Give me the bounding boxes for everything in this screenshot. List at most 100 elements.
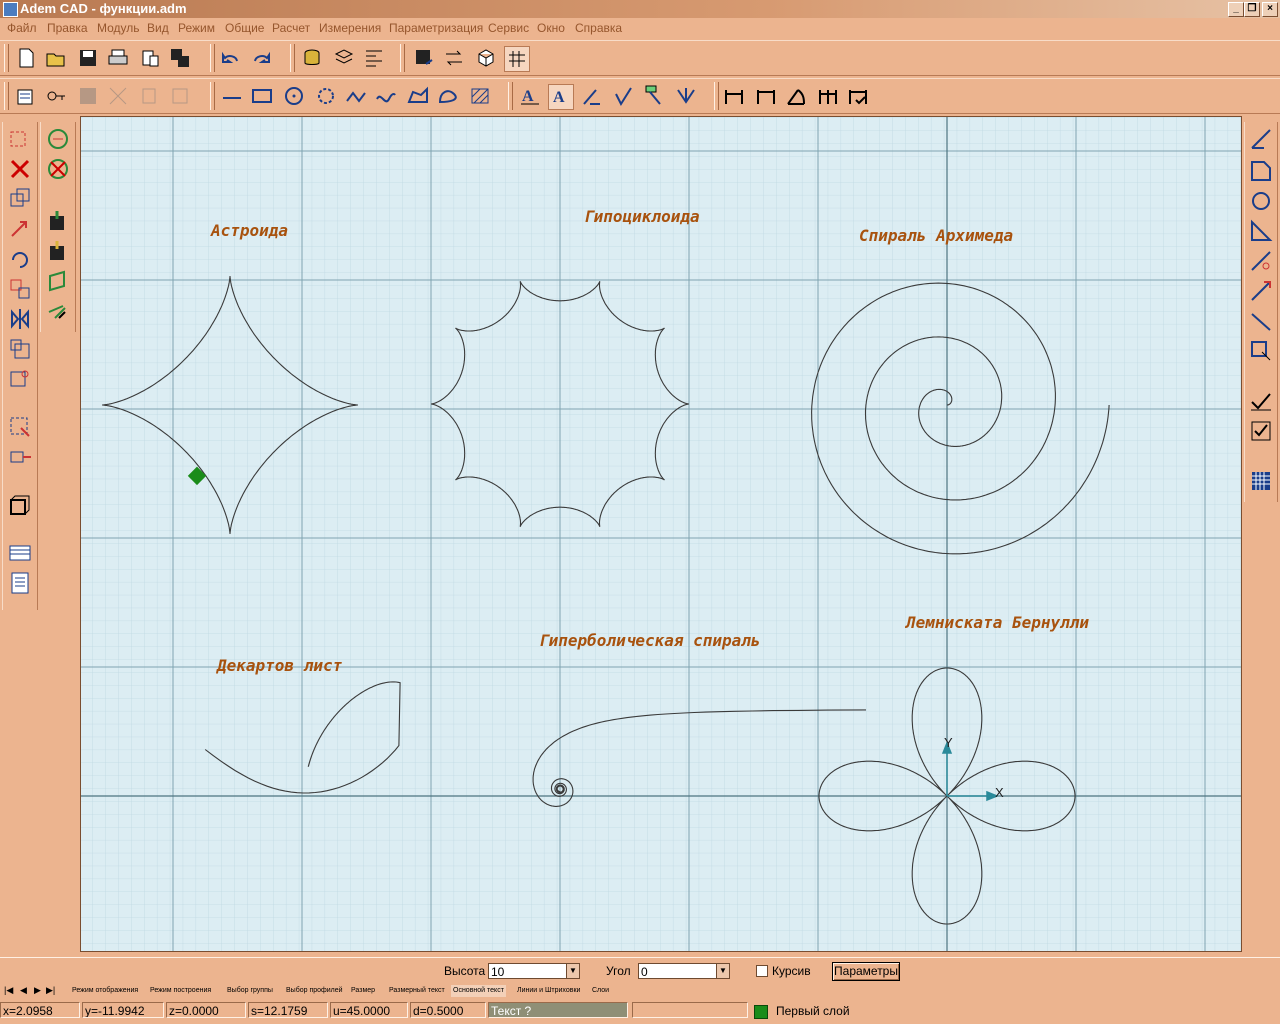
view-3d-icon[interactable] <box>7 492 33 518</box>
snap-circle-icon[interactable] <box>45 126 71 152</box>
polyline-icon[interactable] <box>344 84 368 108</box>
circle-point-icon[interactable] <box>314 84 338 108</box>
dim-check-icon[interactable] <box>846 84 870 108</box>
chamfer-icon[interactable] <box>1248 158 1274 184</box>
export-icon[interactable] <box>138 46 162 70</box>
tab-profiles[interactable]: Выбор профилей <box>286 985 343 997</box>
tab-nav-last-icon[interactable]: ▶| <box>46 985 55 996</box>
check-icon[interactable] <box>1248 388 1274 414</box>
leader-icon[interactable] <box>642 84 666 108</box>
menu-measure[interactable]: Измерения <box>319 21 381 35</box>
key-icon[interactable] <box>44 84 68 108</box>
move-icon[interactable] <box>7 216 33 242</box>
tab-dimension[interactable]: Размер <box>351 985 375 997</box>
menu-edit[interactable]: Правка <box>47 21 88 35</box>
transfer-icon[interactable] <box>442 46 466 70</box>
tab-build[interactable]: Режим построения <box>150 985 211 997</box>
params-button[interactable]: Параметры <box>832 962 900 981</box>
astroid-label[interactable]: Астроида <box>211 221 288 240</box>
rectangle-icon[interactable] <box>250 84 274 108</box>
drawing-canvas[interactable]: Y X Астроида Гипоциклоида Спираль Архиме… <box>80 116 1242 952</box>
tab-maintext[interactable]: Основной текст <box>451 985 506 997</box>
dimension-icon[interactable] <box>580 84 604 108</box>
tab-nav-first-icon[interactable]: |◀ <box>4 985 13 996</box>
dim-linear-icon[interactable] <box>722 84 746 108</box>
italic-checkbox[interactable] <box>756 965 768 977</box>
dim-horizontal-icon[interactable] <box>754 84 778 108</box>
hypocycloid-label[interactable]: Гипоциклоида <box>584 207 700 226</box>
layers-icon[interactable] <box>332 46 356 70</box>
tab-dimtext[interactable]: Размерный текст <box>389 985 445 997</box>
chevron-down-icon[interactable]: ▼ <box>566 964 579 978</box>
mirror-icon[interactable] <box>7 306 33 332</box>
plane-icon[interactable] <box>45 268 71 294</box>
tab-group[interactable]: Выбор группы <box>227 985 273 997</box>
restore-button[interactable]: ❐ <box>1244 2 1260 17</box>
menu-general[interactable]: Общие <box>225 21 264 35</box>
profile-select-icon[interactable] <box>7 444 33 470</box>
cube-icon[interactable] <box>474 46 498 70</box>
chevron-down-icon[interactable]: ▼ <box>716 964 729 978</box>
roughness-icon[interactable] <box>612 84 636 108</box>
trim-icon[interactable] <box>1248 218 1274 244</box>
redo-icon[interactable] <box>250 46 274 70</box>
menu-help[interactable]: Справка <box>575 21 622 35</box>
drawing-svg[interactable]: Y X <box>81 117 1241 951</box>
save-module-icon[interactable] <box>412 46 436 70</box>
menu-param[interactable]: Параметризация <box>389 21 483 35</box>
dim-chain-icon[interactable] <box>816 84 840 108</box>
align-icon[interactable] <box>362 46 386 70</box>
spec-icon[interactable] <box>7 570 33 596</box>
pattern-icon[interactable] <box>1248 468 1274 494</box>
scale-icon[interactable] <box>7 336 33 362</box>
snap-save-icon[interactable] <box>45 208 71 234</box>
tab-lines[interactable]: Линии и Штриховки <box>517 985 580 997</box>
menu-view[interactable]: Вид <box>147 21 169 35</box>
print-icon[interactable] <box>106 46 130 70</box>
minimize-button[interactable]: _ <box>1228 2 1244 17</box>
tab-display[interactable]: Режим отображения <box>72 985 138 997</box>
verify-icon[interactable] <box>1248 418 1274 444</box>
line-icon[interactable] <box>220 84 244 108</box>
new-file-icon[interactable] <box>14 46 38 70</box>
break-icon[interactable] <box>1248 308 1274 334</box>
tab-nav-prev-icon[interactable]: ◀ <box>20 985 27 996</box>
menu-window[interactable]: Окно <box>537 21 565 35</box>
close-button[interactable]: × <box>1262 2 1278 17</box>
grid-snap-icon[interactable] <box>504 46 530 72</box>
open-folder-icon[interactable] <box>44 46 68 70</box>
base-icon[interactable] <box>674 84 698 108</box>
contour-icon[interactable] <box>436 84 460 108</box>
cut-icon[interactable] <box>1248 248 1274 274</box>
fillet-icon[interactable] <box>1248 188 1274 214</box>
height-combo[interactable]: 10 ▼ <box>488 963 580 979</box>
group-select-icon[interactable] <box>7 414 33 440</box>
lemniscate-label[interactable]: Лемниската Бернулли <box>906 613 1089 632</box>
array-icon[interactable] <box>7 276 33 302</box>
text-active-icon[interactable]: A <box>548 84 574 110</box>
menu-calc[interactable]: Расчет <box>272 21 310 35</box>
undo-icon[interactable] <box>218 46 242 70</box>
tangent-line-icon[interactable] <box>1248 126 1274 152</box>
text-icon[interactable]: A <box>518 84 542 108</box>
circle-icon[interactable] <box>282 84 306 108</box>
angle-combo[interactable]: 0 ▼ <box>638 963 730 979</box>
database-icon[interactable] <box>300 46 324 70</box>
menu-module[interactable]: Модуль <box>97 21 140 35</box>
tab-nav-next-icon[interactable]: ▶ <box>34 985 41 996</box>
menu-service[interactable]: Сервис <box>488 21 529 35</box>
save-icon[interactable] <box>76 46 100 70</box>
menu-mode[interactable]: Режим <box>178 21 215 35</box>
offset-icon[interactable] <box>1248 338 1274 364</box>
select-icon[interactable] <box>7 126 33 152</box>
snap-cancel-icon[interactable] <box>45 156 71 182</box>
spline-icon[interactable] <box>374 84 398 108</box>
save-all-icon[interactable] <box>168 46 192 70</box>
copy-icon[interactable] <box>7 186 33 212</box>
hyperbolic-label[interactable]: Гиперболическая спираль <box>539 631 761 650</box>
stretch-icon[interactable] <box>7 366 33 392</box>
dim-angle-icon[interactable] <box>784 84 808 108</box>
properties-icon[interactable] <box>14 84 38 108</box>
delete-icon[interactable] <box>7 156 33 182</box>
descartes-label[interactable]: Декартов лист <box>217 656 342 675</box>
